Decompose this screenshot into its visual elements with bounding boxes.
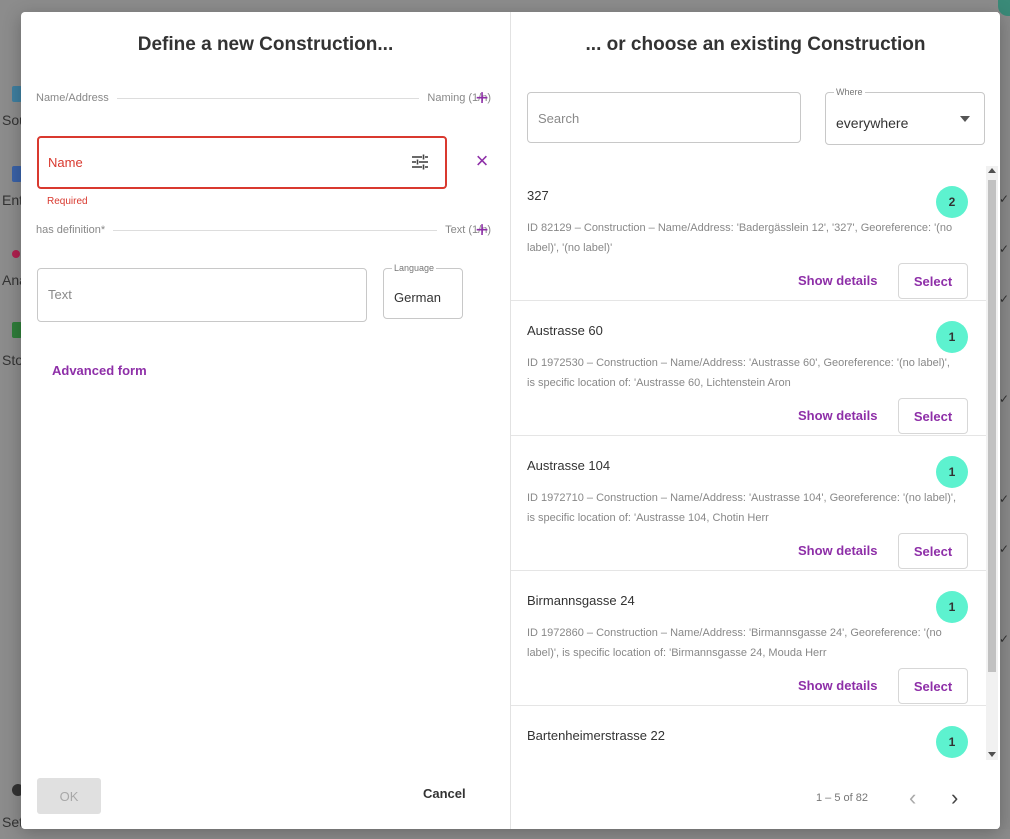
background-check-icon: ✓ — [998, 632, 1009, 646]
where-legend: Where — [834, 87, 865, 97]
result-title: Bartenheimerstrasse 22 — [527, 728, 666, 743]
results-scrollbar[interactable] — [986, 166, 998, 760]
where-select[interactable]: Where everywhere — [825, 87, 985, 145]
result-description: ID 1972530 – Construction – Name/Address… — [527, 357, 950, 389]
background-check-icon: ✓ — [998, 542, 1009, 556]
where-value: everywhere — [836, 115, 909, 131]
result-title: Austrasse 60 — [527, 323, 603, 338]
result-item: Austrasse 60 1 ID 1972530 – Construction… — [511, 301, 986, 436]
advanced-form-link[interactable]: Advanced form — [52, 363, 147, 378]
background-check-icon: ✓ — [998, 492, 1009, 506]
background-check-icon: ✓ — [998, 192, 1009, 206]
select-button[interactable]: Select — [898, 668, 968, 704]
show-details-button[interactable]: Show details — [798, 273, 877, 288]
close-icon: × — [475, 148, 489, 173]
chevron-down-icon — [960, 116, 970, 122]
definition-section-header: has definition* Text (1/n) — [36, 220, 491, 240]
choose-existing-title: ... or choose an existing Construction — [585, 34, 926, 55]
choose-existing-pane: ... or choose an existing Construction S… — [511, 12, 1000, 829]
result-item: Birmannsgasse 24 1 ID 1972860 – Construc… — [511, 571, 986, 706]
pagination-info: 1 – 5 of 82 — [816, 792, 868, 804]
result-item: Bartenheimerstrasse 22 1 — [511, 706, 986, 760]
name-field-error: Required — [47, 196, 88, 207]
result-description: ID 1972710 – Construction – Name/Address… — [527, 492, 957, 524]
result-count-badge: 1 — [936, 321, 968, 353]
add-naming-button[interactable]: + — [472, 85, 492, 110]
result-count-badge: 1 — [936, 726, 968, 758]
background-nav-text: Set — [2, 814, 24, 830]
result-title: Austrasse 104 — [527, 458, 611, 473]
plus-icon: + — [475, 217, 489, 242]
naming-section-header: Name/Address Naming (1/n) — [36, 88, 491, 108]
select-button[interactable]: Select — [898, 398, 968, 434]
show-details-button[interactable]: Show details — [798, 408, 877, 423]
background-bottom-strip — [0, 829, 1010, 839]
result-item: Austrasse 104 1 ID 1972710 – Constructio… — [511, 436, 986, 571]
definition-section-label: has definition* — [36, 224, 106, 236]
result-title: Birmannsgasse 24 — [527, 593, 635, 608]
result-title: 327 — [527, 188, 549, 203]
section-divider — [113, 229, 438, 231]
result-description: ID 1972860 – Construction – Name/Address… — [527, 627, 942, 659]
results-list: 327 2 ID 82129 – Construction – Name/Add… — [511, 166, 986, 760]
remove-name-button[interactable]: × — [473, 150, 491, 172]
show-details-button[interactable]: Show details — [798, 678, 877, 693]
text-field-placeholder: Text — [48, 287, 72, 302]
background-top-strip — [0, 0, 1010, 12]
define-new-title: Define a new Construction... — [137, 34, 394, 55]
scrollbar-thumb[interactable] — [988, 180, 996, 672]
result-count-badge: 1 — [936, 456, 968, 488]
scroll-up-icon[interactable] — [988, 168, 996, 173]
define-new-pane: Define a new Construction... Name/Addres… — [21, 12, 511, 829]
result-count-badge: 2 — [936, 186, 968, 218]
next-page-button[interactable]: › — [951, 787, 958, 809]
scroll-down-icon[interactable] — [988, 752, 996, 757]
background-check-icon: ✓ — [998, 242, 1009, 256]
select-button[interactable]: Select — [898, 533, 968, 569]
background-check-icon: ✓ — [998, 292, 1009, 306]
ok-button[interactable]: OK — [37, 778, 101, 814]
search-placeholder: Search — [538, 111, 580, 126]
language-legend: Language — [392, 263, 437, 273]
language-value: German — [394, 290, 441, 305]
language-select[interactable]: Language German — [383, 263, 463, 319]
search-input[interactable]: Search — [527, 92, 801, 143]
create-or-select-dialog: Define a new Construction... Name/Addres… — [21, 12, 1000, 829]
background-nav-text: Sto — [2, 352, 24, 368]
tune-icon[interactable] — [411, 154, 429, 170]
show-details-button[interactable]: Show details — [798, 543, 877, 558]
naming-section-label: Name/Address — [36, 92, 109, 104]
add-definition-button[interactable]: + — [472, 217, 492, 242]
name-field-placeholder: Name — [48, 155, 83, 170]
background-check-icon: ✓ — [998, 392, 1009, 406]
select-button[interactable]: Select — [898, 263, 968, 299]
background-analysis-icon — [12, 250, 20, 258]
cancel-button[interactable]: Cancel — [423, 786, 466, 801]
result-count-badge: 1 — [936, 591, 968, 623]
definition-text-field[interactable]: Text — [37, 268, 367, 322]
result-item: 327 2 ID 82129 – Construction – Name/Add… — [511, 166, 986, 301]
plus-icon: + — [475, 85, 489, 110]
previous-page-button[interactable]: ‹ — [909, 787, 916, 809]
name-field[interactable]: Name — [37, 136, 447, 189]
section-divider — [116, 97, 420, 99]
result-description: ID 82129 – Construction – Name/Address: … — [527, 222, 953, 254]
background-nav-text: Ent — [2, 192, 24, 208]
